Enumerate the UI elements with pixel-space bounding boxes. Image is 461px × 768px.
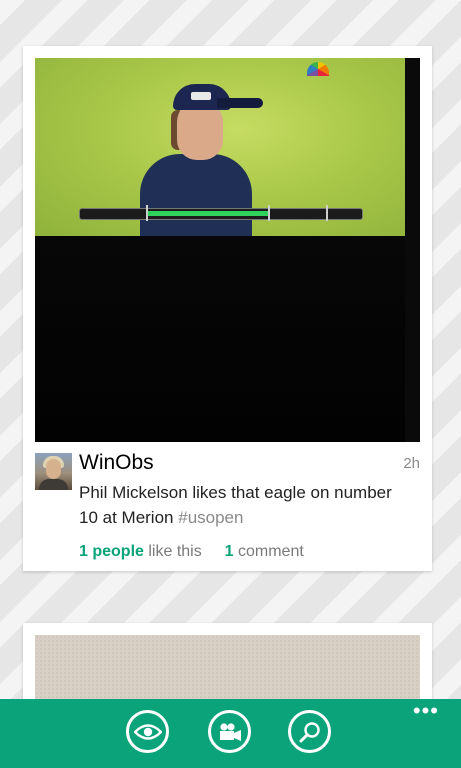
tv-stand-dark	[35, 236, 405, 442]
likes-count[interactable]: 1 people	[79, 543, 144, 560]
post-hashtag[interactable]: #usopen	[178, 508, 243, 527]
search-button[interactable]	[288, 710, 331, 753]
golfer-cap	[173, 84, 263, 110]
comments-count[interactable]: 1	[225, 543, 234, 560]
video-button[interactable]	[208, 710, 251, 753]
golfer-body	[140, 154, 252, 236]
tv-bezel	[405, 58, 420, 442]
likes-label[interactable]: like this	[148, 543, 201, 560]
post-photo[interactable]	[35, 58, 420, 442]
post-username[interactable]: WinObs	[79, 451, 154, 475]
app-bar: •••	[0, 699, 461, 768]
post-text: Phil Mickelson likes that eagle on numbe…	[79, 480, 409, 530]
post-stats: 1 people like this 1 comment	[79, 542, 304, 562]
tv-screen-image	[35, 58, 405, 236]
avatar[interactable]	[35, 453, 72, 490]
view-button[interactable]	[126, 710, 169, 753]
network-logo	[307, 62, 329, 76]
post-card[interactable]: WinObs 2h Phil Mickelson likes that eagl…	[23, 46, 432, 571]
comments-label[interactable]: comment	[238, 543, 304, 560]
tv-scorebar	[79, 205, 363, 221]
more-options-button[interactable]: •••	[413, 700, 439, 722]
post-timestamp: 2h	[403, 455, 420, 472]
